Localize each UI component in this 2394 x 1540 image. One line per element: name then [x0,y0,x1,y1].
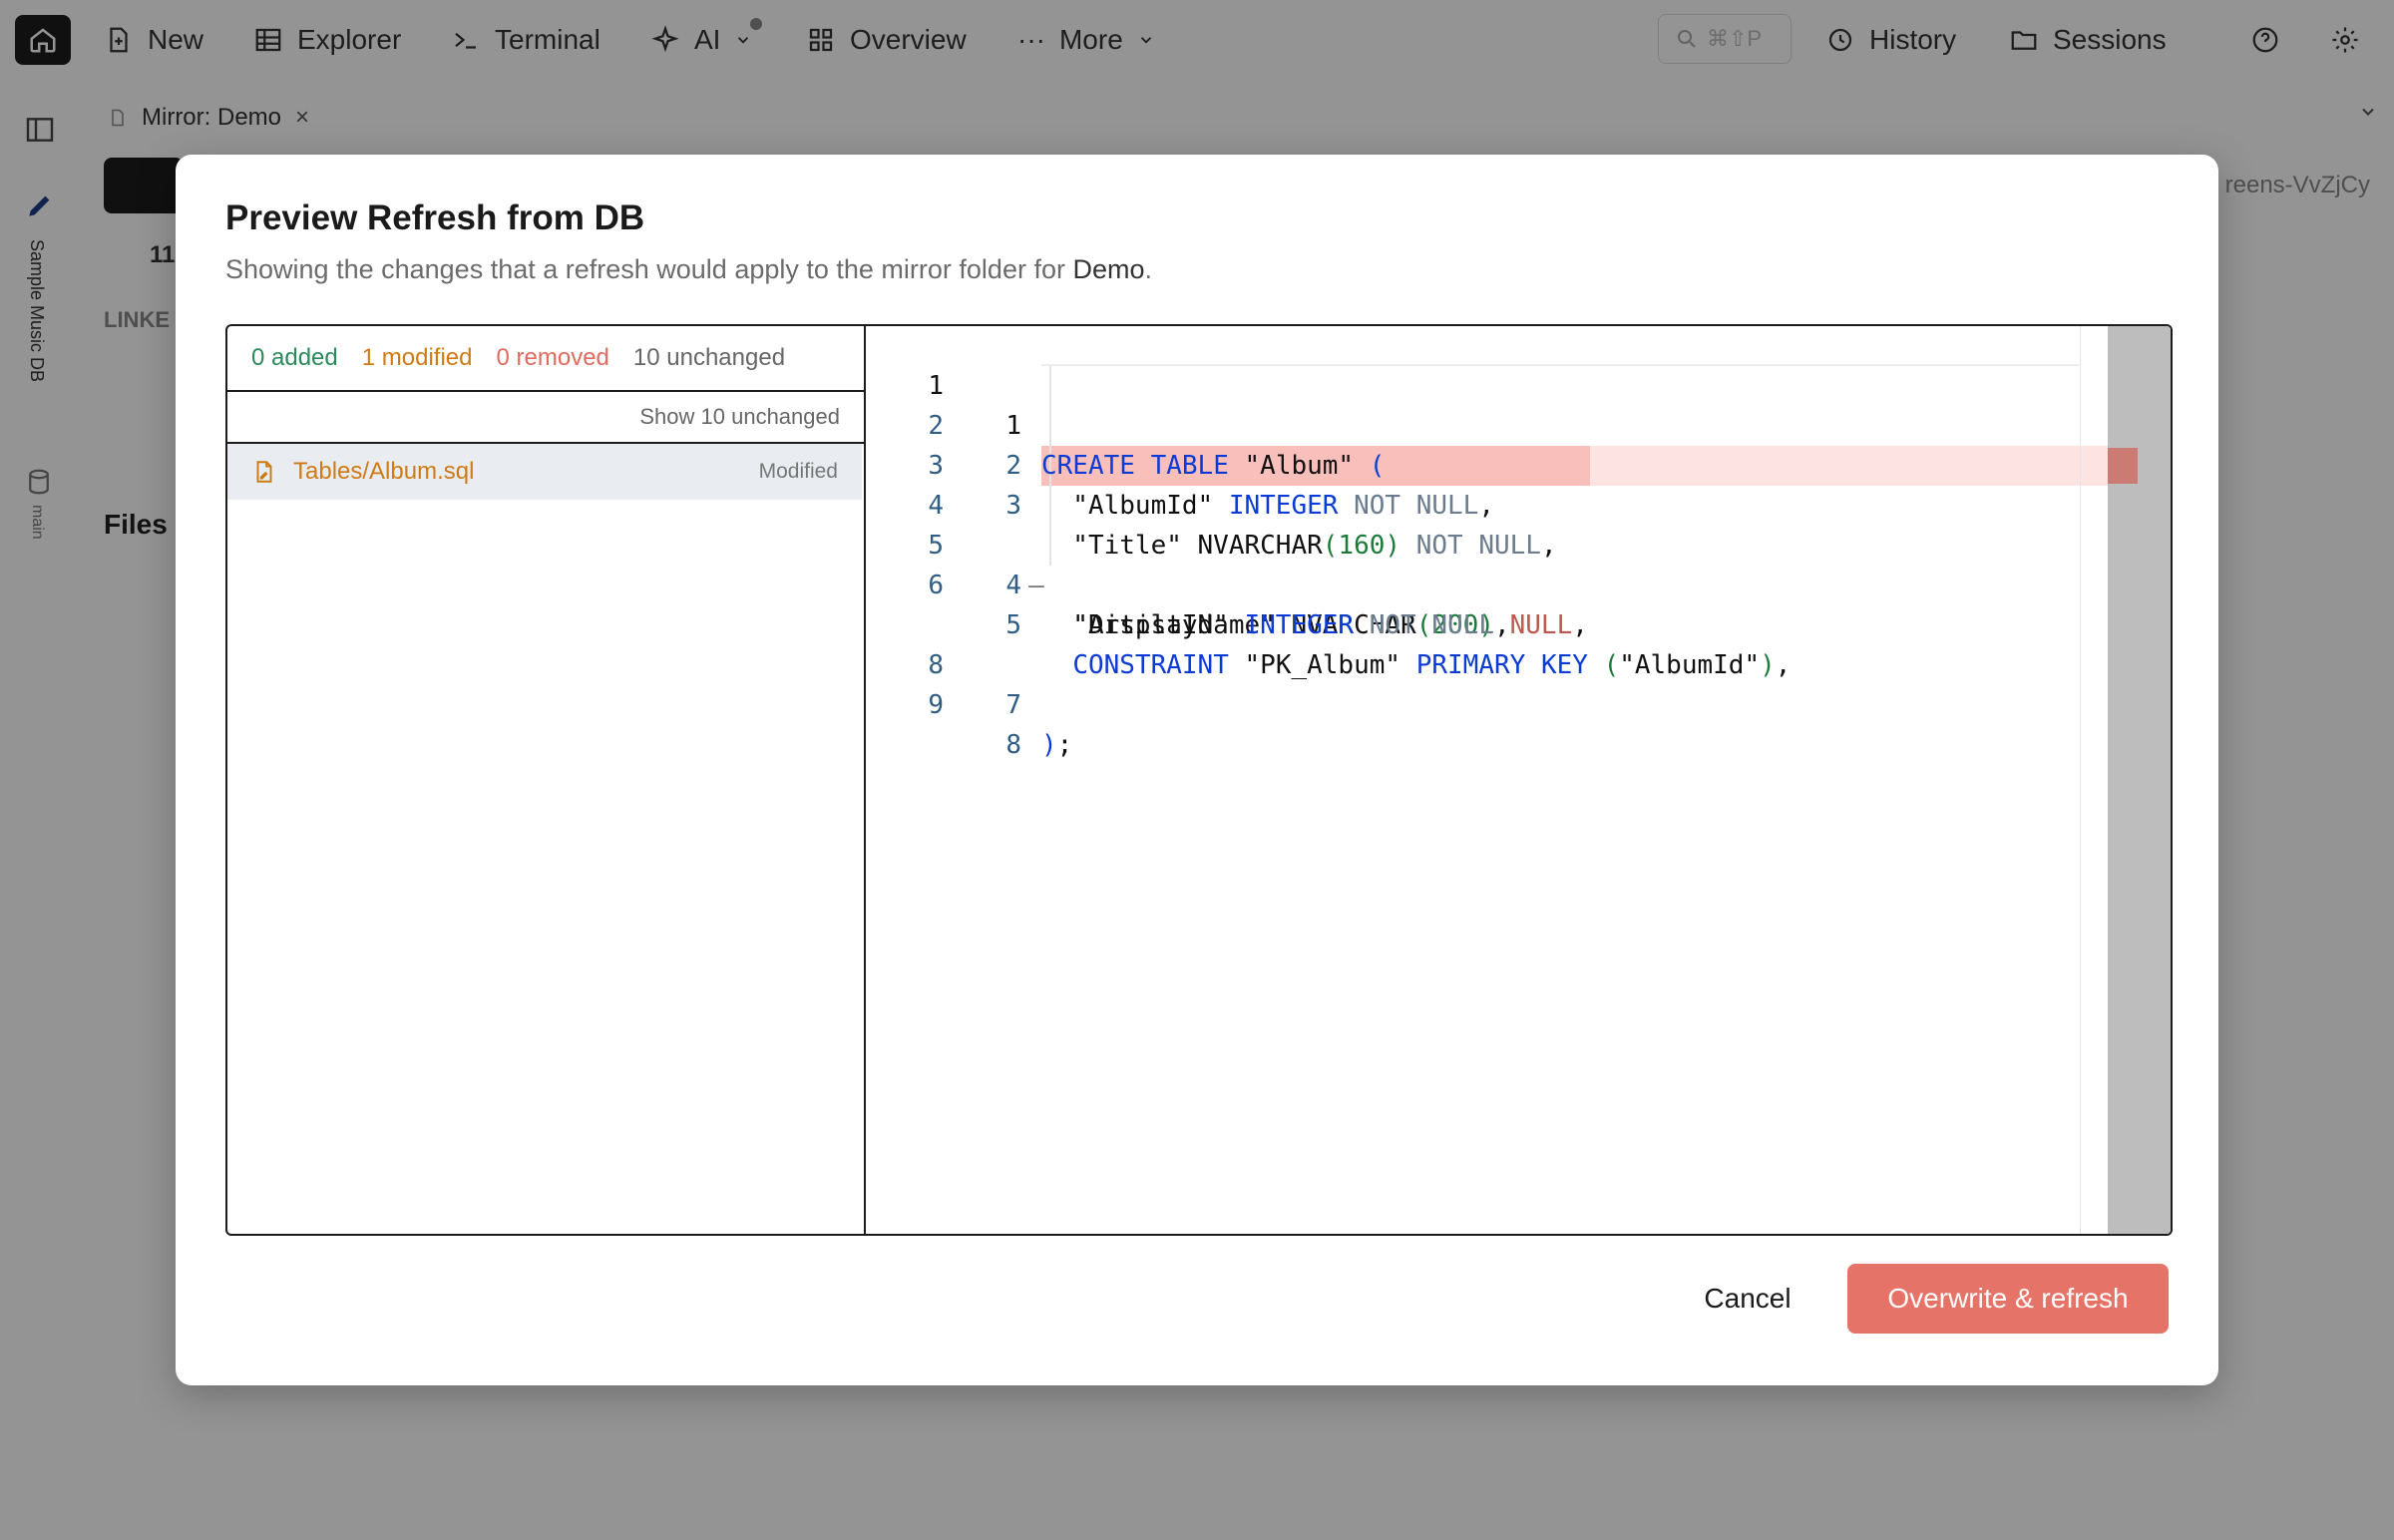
removed-count: 0 removed [496,344,609,371]
diff-line: 2 2 "AlbumId" INTEGER NOT NULL, [866,366,2113,521]
code-diff-editor[interactable]: 1 1 CREATE TABLE "Album" ( 2 2 "AlbumId"… [866,326,2171,1234]
new-line-number: 8 [1005,730,1021,760]
overview-removed-marker [2108,448,2138,484]
dialog-title: Preview Refresh from DB [225,198,645,237]
change-stats: 0 added 1 modified 0 removed 10 unchange… [227,326,864,392]
line-code: ); [1041,730,1073,760]
diff-line: 8 7 ); [866,605,2113,760]
diff-line: 7 6 CONSTRAINT "fk_0" FOREIGN KEY ("Arti… [866,566,2108,605]
diff-viewer: 0 added 1 modified 0 removed 10 unchange… [225,324,2173,1236]
subtitle-prefix: Showing the changes that a refresh would… [225,254,1073,284]
modified-file-icon [256,461,272,483]
dialog-subtitle: Showing the changes that a refresh would… [225,254,1152,285]
file-name: Tables/Album.sql [293,458,475,485]
file-status: Modified [758,460,838,483]
unchanged-count: 10 unchanged [632,344,786,371]
old-line-number: 9 [928,690,944,720]
diff-line: 3 3 "Title" NVARCHAR(160) NOT NULL, [866,406,2113,561]
subtitle-suffix: . [1144,254,1153,284]
file-list-item[interactable]: Tables/Album.sql Modified [227,444,862,500]
overwrite-refresh-button[interactable]: Overwrite & refresh [1847,1264,2169,1334]
mirror-name: Demo [1072,254,1145,284]
changed-files-panel: 0 added 1 modified 0 removed 10 unchange… [227,326,866,1234]
diff-line-removed: 4 — "DisplayName" NVARCHAR(200) NULL, [866,446,2113,640]
diff-line: 5 4 "ArtistId" INTEGER NOT NULL, [866,486,2113,640]
modified-count: 1 modified [361,344,473,371]
cancel-button[interactable]: Cancel [1688,1264,1807,1334]
diff-line: 6 5 CONSTRAINT "PK_Album" PRIMARY KEY ("… [866,526,2113,680]
show-unchanged-toggle[interactable]: Show 10 unchanged [227,392,864,444]
added-count: 0 added [251,344,338,371]
diff-line: 9 8 [866,645,2113,760]
diff-line: 1 1 CREATE TABLE "Album" ( [866,326,2113,481]
preview-refresh-dialog: Preview Refresh from DB Showing the chan… [176,155,2218,1385]
